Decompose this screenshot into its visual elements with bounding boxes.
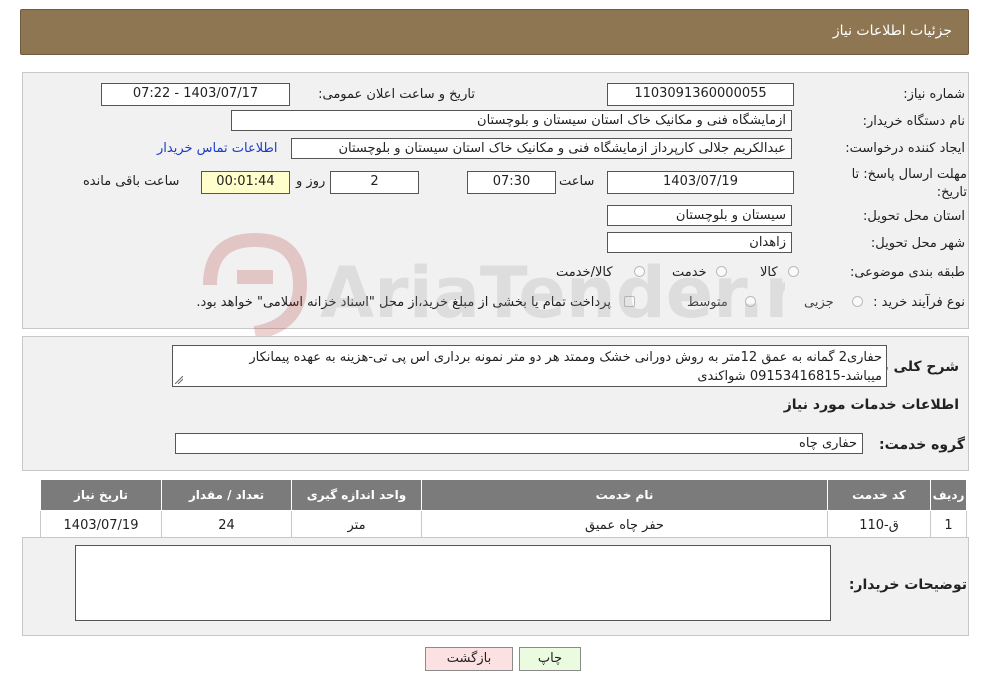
cell-row: 1 [930,510,967,541]
buyer-notes-textarea[interactable] [75,545,831,621]
services-table: ردیف کد خدمت نام خدمت واحد اندازه گیری ت… [40,479,967,541]
watermark-text: AriaTender.neT [320,252,785,334]
province-label: استان محل تحویل: [863,209,965,224]
watermark-emblem-bar [237,270,273,284]
table-header-row: ردیف کد خدمت نام خدمت واحد اندازه گیری ت… [40,479,967,511]
col-date: تاریخ نیاز [40,479,162,511]
col-row: ردیف [930,479,967,511]
cell-unit: متر [291,510,422,541]
announce-label: تاریخ و ساعت اعلان عمومی: [318,87,475,102]
col-unit: واحد اندازه گیری [291,479,422,511]
city-label: شهر محل تحویل: [870,236,965,251]
need-number-field: 1103091360000055 [607,83,794,106]
days-label: روز و [296,174,326,189]
page-header: جزئیات اطلاعات نیاز [20,9,969,55]
announce-field: 1403/07/17 - 07:22 [101,83,290,106]
buyer-contact-link[interactable]: اطلاعات تماس خریدار [157,141,277,156]
service-group-label: گروه خدمت: [879,437,965,453]
cell-date: 1403/07/19 [40,510,162,541]
cell-qty: 24 [161,510,292,541]
description-box: حفاری2 گمانه به عمق 12متر به روش دورانی … [172,345,887,387]
process-option-minor: جزیی [804,295,834,310]
remaining-time-field: 00:01:44 [201,171,290,194]
buyer-field: ازمایشگاه فنی و مکانیک خاک استان سیستان … [231,110,792,131]
col-qty: تعداد / مقدار [161,479,292,511]
creator-label: ایجاد کننده درخواست: [845,141,965,156]
process-radio-minor[interactable] [852,296,863,307]
province-field: سیستان و بلوچستان [607,205,792,226]
print-button[interactable]: چاپ [519,647,581,671]
creator-field: عبدالکریم جلالی کارپرداز ازمایشگاه فنی و… [291,138,792,159]
resize-handle-icon[interactable] [175,376,183,384]
deadline-time-label: ساعت [559,174,595,189]
deadline-date-field: 1403/07/19 [607,171,794,194]
col-name: نام خدمت [421,479,828,511]
need-number-label: شماره نیاز: [903,87,965,102]
watermark-logo: AriaTender.neT [203,232,785,340]
back-button[interactable]: بازگشت [425,647,513,671]
category-radio-goods[interactable] [788,266,799,277]
days-field: 2 [330,171,419,194]
col-code: کد خدمت [827,479,931,511]
cell-code: ق-110 [827,510,931,541]
category-label: طبقه بندی موضوعی: [849,265,965,280]
buyer-notes-label: توضیحات خریدار: [848,577,967,593]
watermark-emblem-arc [203,232,308,340]
deadline-label: مهلت ارسال پاسخ: تا تاریخ: [851,167,967,200]
deadline-time-field: 07:30 [467,171,556,194]
cell-name: حفر چاه عمیق [421,510,828,541]
page-title: جزئیات اطلاعات نیاز [832,23,952,39]
remaining-label: ساعت باقی مانده [83,174,180,189]
service-group-field: حفاری چاه [175,433,863,454]
table-row: 1 ق-110 حفر چاه عمیق متر 24 1403/07/19 [40,510,967,541]
process-label: نوع فرآیند خرید : [873,295,965,310]
buyer-label: نام دستگاه خریدار: [862,114,965,129]
services-section-title: اطلاعات خدمات مورد نیاز [783,397,959,413]
